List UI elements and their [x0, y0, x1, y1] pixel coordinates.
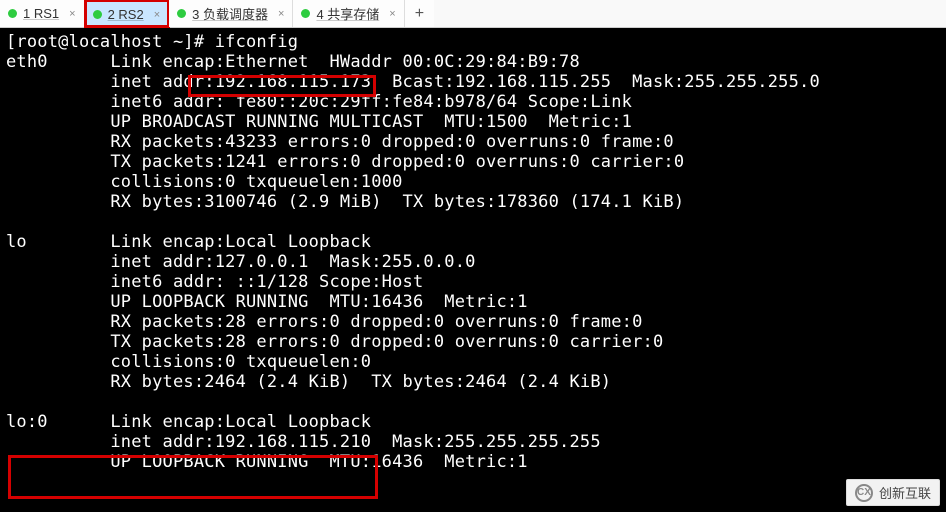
terminal-line: collisions:0 txqueuelen:1000: [6, 172, 403, 192]
tab-load-scheduler[interactable]: 3 负载调度器 ×: [169, 0, 293, 27]
terminal-line: UP LOOPBACK RUNNING MTU:16436 Metric:1: [6, 452, 528, 472]
terminal-line: UP BROADCAST RUNNING MULTICAST MTU:1500 …: [6, 112, 632, 132]
terminal-line: lo Link encap:Local Loopback: [6, 232, 371, 252]
terminal-line: RX bytes:2464 (2.4 KiB) TX bytes:2464 (2…: [6, 372, 611, 392]
terminal-line: inet addr:192.168.115.173 Bcast:192.168.…: [6, 72, 820, 92]
terminal-line: TX packets:1241 errors:0 dropped:0 overr…: [6, 152, 684, 172]
terminal-line: inet6 addr: ::1/128 Scope:Host: [6, 272, 423, 292]
close-icon[interactable]: ×: [389, 8, 395, 20]
terminal-line: RX packets:28 errors:0 dropped:0 overrun…: [6, 312, 643, 332]
terminal-line: UP LOOPBACK RUNNING MTU:16436 Metric:1: [6, 292, 528, 312]
tab-bar: 1 RS1 × 2 RS2 × 3 负载调度器 × 4 共享存储 × +: [0, 0, 946, 28]
plus-icon: +: [415, 5, 424, 23]
terminal-line: lo:0 Link encap:Local Loopback: [6, 412, 371, 432]
watermark-text: 创新互联: [879, 483, 931, 502]
terminal-line: TX packets:28 errors:0 dropped:0 overrun…: [6, 332, 663, 352]
close-icon[interactable]: ×: [154, 9, 160, 21]
status-dot-icon: [8, 9, 17, 18]
watermark-logo-icon: CX: [855, 484, 873, 502]
tab-rs2[interactable]: 2 RS2 ×: [85, 0, 170, 27]
watermark: CX 创新互联: [846, 479, 940, 506]
tab-label: 3 负载调度器: [192, 4, 268, 23]
terminal-line: RX bytes:3100746 (2.9 MiB) TX bytes:1783…: [6, 192, 684, 212]
tab-label: 4 共享存储: [316, 4, 379, 23]
terminal-line: collisions:0 txqueuelen:0: [6, 352, 371, 372]
terminal-line: inet addr:192.168.115.210 Mask:255.255.2…: [6, 432, 601, 452]
close-icon[interactable]: ×: [278, 8, 284, 20]
terminal-line: eth0 Link encap:Ethernet HWaddr 00:0C:29…: [6, 52, 580, 72]
terminal-line: inet addr:127.0.0.1 Mask:255.0.0.0: [6, 252, 476, 272]
close-icon[interactable]: ×: [69, 8, 75, 20]
tab-shared-storage[interactable]: 4 共享存储 ×: [293, 0, 404, 27]
status-dot-icon: [177, 9, 186, 18]
add-tab-button[interactable]: +: [405, 0, 434, 27]
status-dot-icon: [301, 9, 310, 18]
terminal-line: RX packets:43233 errors:0 dropped:0 over…: [6, 132, 674, 152]
tab-rs1[interactable]: 1 RS1 ×: [0, 0, 85, 27]
tab-label: 1 RS1: [23, 6, 59, 21]
status-dot-icon: [93, 10, 102, 19]
tab-label: 2 RS2: [108, 7, 144, 22]
terminal-output[interactable]: [root@localhost ~]# ifconfig eth0 Link e…: [0, 28, 946, 512]
terminal-line: inet6 addr: fe80::20c:29ff:fe84:b978/64 …: [6, 92, 632, 112]
terminal-line: [root@localhost ~]# ifconfig: [6, 32, 298, 52]
